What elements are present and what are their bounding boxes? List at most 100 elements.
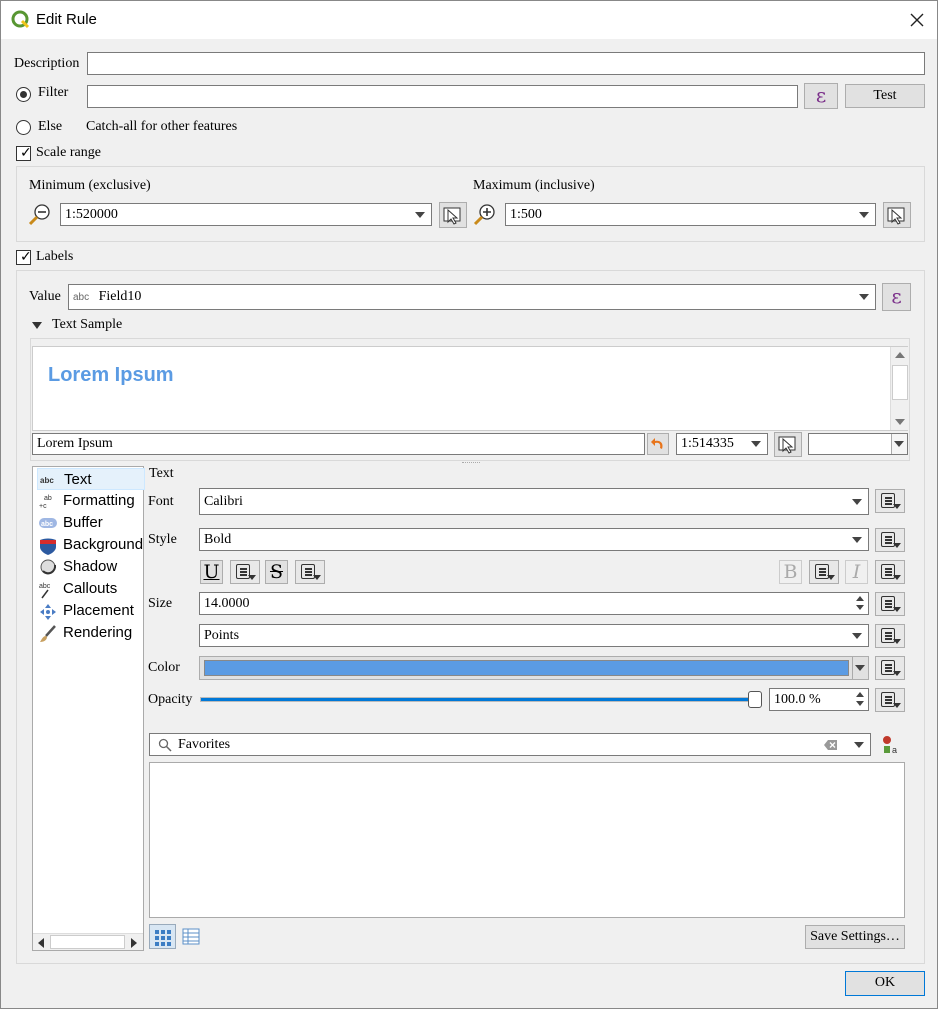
- labels-label: Labels: [36, 249, 74, 264]
- save-settings-button[interactable]: Save Settings…: [805, 925, 905, 949]
- icon-view-button[interactable]: [149, 924, 176, 949]
- close-button[interactable]: [906, 9, 928, 31]
- bold-data-defined-button[interactable]: [809, 560, 839, 584]
- scroll-right-icon[interactable]: [131, 938, 137, 948]
- opacity-slider-handle[interactable]: [748, 691, 762, 708]
- background-color-combo[interactable]: [808, 433, 908, 455]
- sidebar-item-text[interactable]: abc Text: [37, 468, 145, 490]
- symbol-list-view[interactable]: [149, 762, 905, 918]
- italic-data-defined-button[interactable]: [875, 560, 905, 584]
- sidebar-item-formatting[interactable]: ab +c Formatting: [37, 490, 145, 512]
- sidebar-h-scrollbar[interactable]: [33, 933, 143, 950]
- size-unit-combo[interactable]: Points: [199, 624, 869, 647]
- labels-checkbox[interactable]: ✓: [16, 250, 32, 265]
- sample-text-input[interactable]: Lorem Ipsum: [32, 433, 645, 455]
- svg-text:abc: abc: [39, 583, 51, 590]
- qgis-logo-icon: [11, 10, 30, 29]
- strikeout-button[interactable]: S: [265, 560, 288, 584]
- test-button[interactable]: Test: [845, 84, 925, 108]
- color-button[interactable]: [199, 656, 869, 680]
- style-manager-button[interactable]: a: [880, 734, 902, 756]
- opacity-label: Opacity: [148, 692, 193, 707]
- sidebar-item-label: Rendering: [63, 624, 133, 641]
- unit-data-defined-button[interactable]: [875, 624, 905, 648]
- underline-button[interactable]: U: [200, 560, 223, 584]
- spin-up-icon[interactable]: [856, 692, 864, 697]
- filter-input[interactable]: [87, 85, 798, 108]
- map-canvas-cursor-icon: [778, 436, 796, 454]
- sidebar-item-buffer[interactable]: abc Buffer: [37, 512, 145, 534]
- expression-icon: ε: [891, 284, 902, 308]
- search-icon: [158, 738, 172, 752]
- style-search-value: Favorites: [178, 737, 231, 752]
- font-combo[interactable]: Calibri: [199, 488, 869, 515]
- splitter-handle[interactable]: [462, 462, 480, 464]
- scale-range-checkbox[interactable]: ✓: [16, 146, 32, 161]
- value-expression-button[interactable]: ε: [882, 283, 911, 311]
- sidebar-item-placement[interactable]: Placement: [37, 600, 145, 622]
- color-data-defined-button[interactable]: [875, 656, 905, 680]
- collapse-arrow-icon[interactable]: [32, 322, 42, 329]
- h-scroll-thumb[interactable]: [50, 935, 125, 949]
- spin-down-icon[interactable]: [856, 701, 864, 706]
- sidebar-item-background[interactable]: Background: [37, 534, 145, 556]
- minimum-scale-combo[interactable]: 1:520000: [60, 203, 432, 226]
- close-icon: [910, 13, 924, 27]
- text-sample-label: Text Sample: [52, 317, 123, 332]
- minimum-scale-value: 1:520000: [65, 207, 118, 222]
- opacity-spinbox[interactable]: 100.0 %: [769, 688, 869, 711]
- maximum-current-scale-button[interactable]: [883, 202, 911, 228]
- filter-expression-button[interactable]: ε: [804, 83, 838, 109]
- sidebar-item-shadow[interactable]: Shadow: [37, 556, 145, 578]
- reset-sample-button[interactable]: [647, 433, 669, 455]
- scroll-up-icon[interactable]: [895, 352, 905, 358]
- sidebar-item-rendering[interactable]: Rendering: [37, 622, 145, 644]
- edit-rule-dialog: Edit Rule Description Filter ε Test Else…: [0, 0, 938, 1009]
- sidebar-item-callouts[interactable]: abc Callouts: [37, 578, 145, 600]
- maximum-scale-combo[interactable]: 1:500: [505, 203, 876, 226]
- scroll-thumb[interactable]: [892, 365, 908, 400]
- minimum-current-scale-button[interactable]: [439, 202, 467, 228]
- scroll-left-icon[interactable]: [38, 938, 44, 948]
- size-spinbox[interactable]: 14.0000: [199, 592, 869, 615]
- style-data-defined-button[interactable]: [875, 528, 905, 552]
- style-combo[interactable]: Bold: [199, 528, 869, 551]
- size-data-defined-button[interactable]: [875, 592, 905, 616]
- spin-up-icon[interactable]: [856, 596, 864, 601]
- opacity-slider-track[interactable]: [200, 697, 762, 702]
- sidebar-item-label: Text: [64, 471, 92, 488]
- description-label: Description: [14, 56, 80, 71]
- style-search-combo[interactable]: Favorites: [149, 733, 871, 756]
- description-input[interactable]: [87, 52, 925, 75]
- style-manager-icon: a: [883, 736, 897, 755]
- rendering-brush-icon: [39, 625, 57, 642]
- sample-current-scale-button[interactable]: [774, 432, 802, 457]
- settings-sidebar: abc Text ab +c Formatting abc Buffer Background…: [32, 466, 145, 951]
- map-canvas-cursor-icon: [443, 207, 461, 225]
- scroll-down-icon[interactable]: [895, 419, 905, 425]
- underline-icon: U: [203, 561, 220, 583]
- strikeout-data-defined-button[interactable]: [295, 560, 325, 584]
- filter-radio[interactable]: [16, 87, 31, 102]
- ok-button[interactable]: OK: [845, 971, 925, 996]
- color-label: Color: [148, 660, 180, 675]
- underline-data-defined-button[interactable]: [230, 560, 260, 584]
- sidebar-item-label: Buffer: [63, 514, 103, 531]
- spin-down-icon[interactable]: [856, 605, 864, 610]
- list-view-button[interactable]: [180, 925, 204, 949]
- font-label: Font: [148, 494, 174, 509]
- else-radio[interactable]: [16, 120, 31, 135]
- opacity-data-defined-button[interactable]: [875, 688, 905, 712]
- italic-button[interactable]: I: [845, 560, 868, 584]
- bold-button[interactable]: B: [779, 560, 802, 584]
- value-field-combo[interactable]: abc Field10: [68, 284, 876, 310]
- style-label: Style: [148, 532, 177, 547]
- strikeout-icon: S: [269, 561, 284, 583]
- abc-field-icon: abc: [73, 292, 90, 303]
- preview-scrollbar[interactable]: [890, 347, 908, 430]
- font-data-defined-button[interactable]: [875, 489, 905, 513]
- clear-icon[interactable]: [824, 739, 838, 751]
- sidebar-item-label: Shadow: [63, 558, 118, 575]
- svg-text:ab: ab: [44, 495, 52, 502]
- sample-scale-combo[interactable]: 1:514335: [676, 433, 768, 455]
